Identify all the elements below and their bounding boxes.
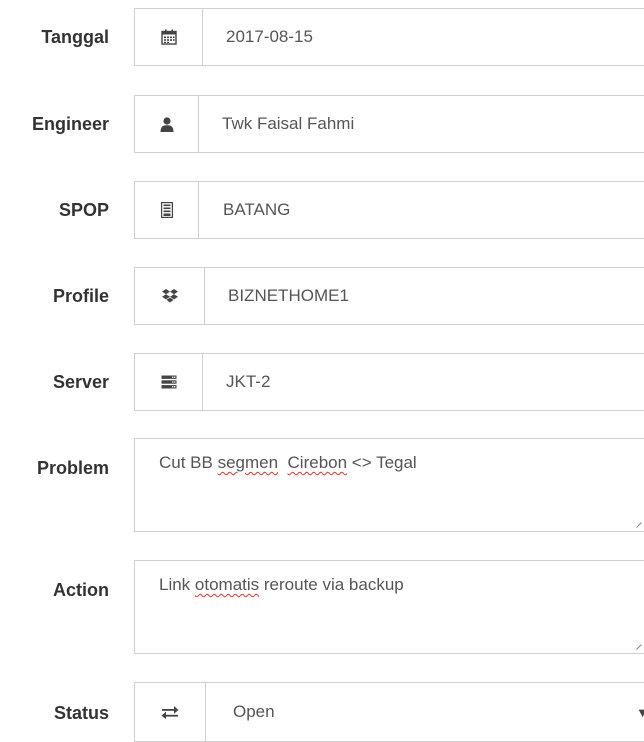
tanggal-input-group[interactable]: 2017-08-15 [134,8,644,66]
status-select-group[interactable]: Open ▼ [134,682,644,742]
building-icon [135,182,199,238]
user-icon [135,96,199,152]
spop-label: SPOP [58,200,109,220]
dropbox-icon [135,268,205,324]
problem-text-4: Cirebon [287,453,348,472]
server-label: Server [52,372,109,392]
status-row: Status Open ▼ [0,682,644,742]
tanggal-input[interactable]: 2017-08-15 [226,9,644,65]
profile-input[interactable]: BIZNETHOME1 [228,268,644,324]
tanggal-label: Tanggal [41,27,109,47]
action-textarea[interactable]: Link otomatis reroute via backup [134,560,644,654]
engineer-input-group[interactable]: Twk Faisal Fahmi [134,95,644,153]
profile-input-group[interactable]: BIZNETHOME1 [134,267,644,325]
action-text-1: Link [159,575,195,594]
problem-row: Problem Cut BB segmen Cirebon <> Tegal [0,438,644,532]
action-text-2: otomatis [194,575,260,594]
server-input-group[interactable]: JKT-2 [134,353,644,411]
action-label: Action [53,580,109,600]
server-input[interactable]: JKT-2 [226,354,644,410]
engineer-input[interactable]: Twk Faisal Fahmi [222,96,644,152]
problem-text-3 [278,453,287,472]
problem-text-1: Cut BB [159,453,218,472]
resize-handle-icon[interactable] [636,522,642,528]
server-icon [135,354,203,410]
action-text-3: reroute via backup [259,575,404,594]
engineer-row: Engineer Twk Faisal Fahmi [0,95,644,153]
exchange-icon [135,683,206,741]
tanggal-row: Tanggal 2017-08-15 [0,8,644,66]
chevron-down-icon[interactable]: ▼ [636,683,644,741]
problem-text-2: segmen [217,453,279,472]
profile-row: Profile BIZNETHOME1 [0,267,644,325]
resize-handle-icon[interactable] [636,644,642,650]
spop-row: SPOP BATANG [0,181,644,239]
engineer-label: Engineer [31,114,109,134]
problem-textarea[interactable]: Cut BB segmen Cirebon <> Tegal [134,438,644,532]
profile-label: Profile [52,286,109,306]
problem-label: Problem [36,458,109,478]
status-select[interactable]: Open [233,683,603,741]
calendar-icon [135,9,203,65]
spop-input[interactable]: BATANG [223,182,644,238]
problem-text-5: <> Tegal [347,453,417,472]
server-row: Server JKT-2 [0,353,644,411]
status-label: Status [53,703,109,723]
action-row: Action Link otomatis reroute via backup [0,560,644,654]
spop-input-group[interactable]: BATANG [134,181,644,239]
